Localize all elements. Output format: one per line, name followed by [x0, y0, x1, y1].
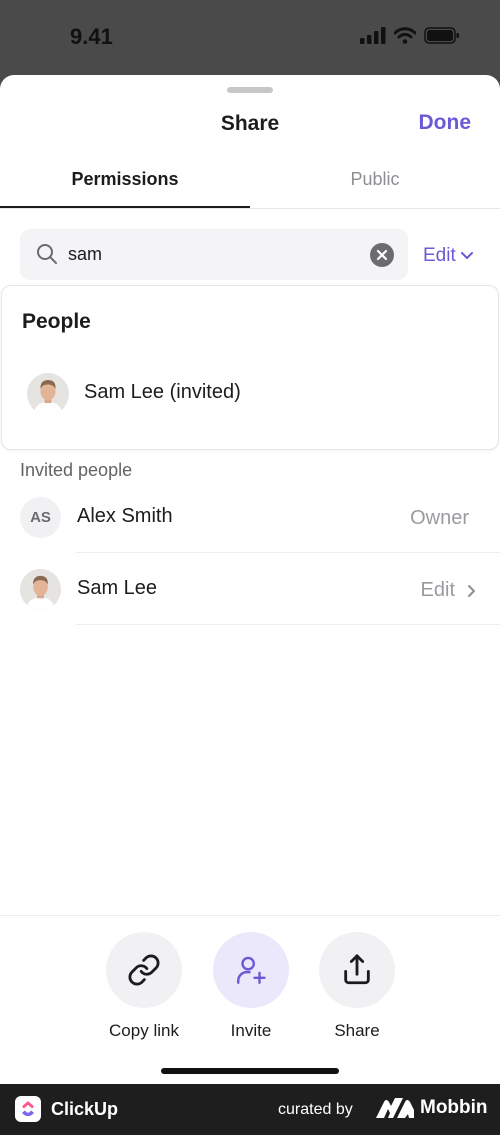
- permission-dropdown[interactable]: Edit: [423, 245, 474, 267]
- chevron-right-icon: [468, 584, 475, 597]
- link-icon: [128, 954, 160, 986]
- done-button[interactable]: Done: [419, 111, 472, 135]
- share-label: Share: [334, 1021, 380, 1040]
- avatar: [20, 569, 61, 610]
- invitee-row[interactable]: Sam Lee Edit: [0, 553, 500, 625]
- add-person-icon: [237, 956, 266, 984]
- share-sheet: Share Done Permissions Public sam Edit P…: [0, 75, 500, 1084]
- share-button[interactable]: Share: [302, 932, 412, 1041]
- permission-dropdown-label: Edit: [423, 245, 456, 266]
- people-result-name: Sam Lee (invited): [84, 381, 241, 403]
- mobbin-name: Mobbin: [420, 1097, 488, 1118]
- tab-permissions[interactable]: Permissions: [0, 169, 250, 190]
- person-avatar-icon: [20, 569, 61, 610]
- action-bar: Copy link Invite Share: [0, 915, 500, 1084]
- app-name: ClickUp: [51, 1099, 119, 1119]
- copy-link-button[interactable]: Copy link: [89, 932, 199, 1041]
- invitee-role-dropdown[interactable]: Edit: [421, 579, 476, 602]
- avatar: AS: [20, 497, 61, 538]
- people-section-title: People: [22, 310, 91, 333]
- people-search-results: People Sam Lee (invited): [1, 285, 499, 450]
- clear-search-icon[interactable]: [370, 243, 394, 267]
- clickup-logo-icon: [22, 1101, 34, 1117]
- people-result-item[interactable]: Sam Lee (invited): [2, 364, 498, 420]
- tab-selected-indicator: [0, 206, 250, 208]
- status-icons: [360, 27, 460, 44]
- sheet-grabber[interactable]: [227, 87, 273, 93]
- tab-public[interactable]: Public: [250, 169, 500, 190]
- mobbin-logo-icon: [376, 1098, 414, 1118]
- search-icon: [37, 244, 57, 264]
- share-circle: [319, 932, 395, 1008]
- copy-link-label: Copy link: [109, 1021, 179, 1040]
- invite-button[interactable]: Invite: [196, 932, 306, 1041]
- invited-people-header: Invited people: [20, 460, 133, 480]
- invitee-role: Edit: [420, 579, 455, 601]
- clickup-logo: [15, 1096, 41, 1122]
- mobbin-brand: Mobbin: [376, 1097, 488, 1119]
- tab-bar: Permissions Public: [0, 159, 500, 209]
- divider: [76, 624, 500, 625]
- invitee-row[interactable]: AS Alex Smith Owner: [0, 481, 500, 553]
- search-query[interactable]: sam: [68, 244, 102, 265]
- wifi-icon: [394, 27, 416, 44]
- avatar: [27, 373, 69, 415]
- home-indicator: [161, 1068, 339, 1074]
- person-avatar-icon: [27, 373, 69, 415]
- copy-link-circle: [106, 932, 182, 1008]
- invitee-role: Owner: [410, 507, 469, 529]
- invite-label: Invite: [230, 1021, 272, 1040]
- invitee-name: Sam Lee: [77, 577, 158, 599]
- chevron-down-icon: [460, 252, 473, 259]
- signal-icon: [360, 27, 386, 44]
- status-time: 9.41: [70, 24, 113, 49]
- attribution-footer: ClickUp curated by Mobbin: [0, 1084, 500, 1135]
- invite-circle: [213, 932, 289, 1008]
- battery-icon: [424, 27, 459, 44]
- invitee-name: Alex Smith: [77, 505, 173, 527]
- search-input[interactable]: sam: [20, 229, 408, 280]
- curated-by-label: curated by: [278, 1101, 353, 1118]
- status-bar: 9.41: [0, 0, 500, 75]
- share-icon: [344, 954, 370, 985]
